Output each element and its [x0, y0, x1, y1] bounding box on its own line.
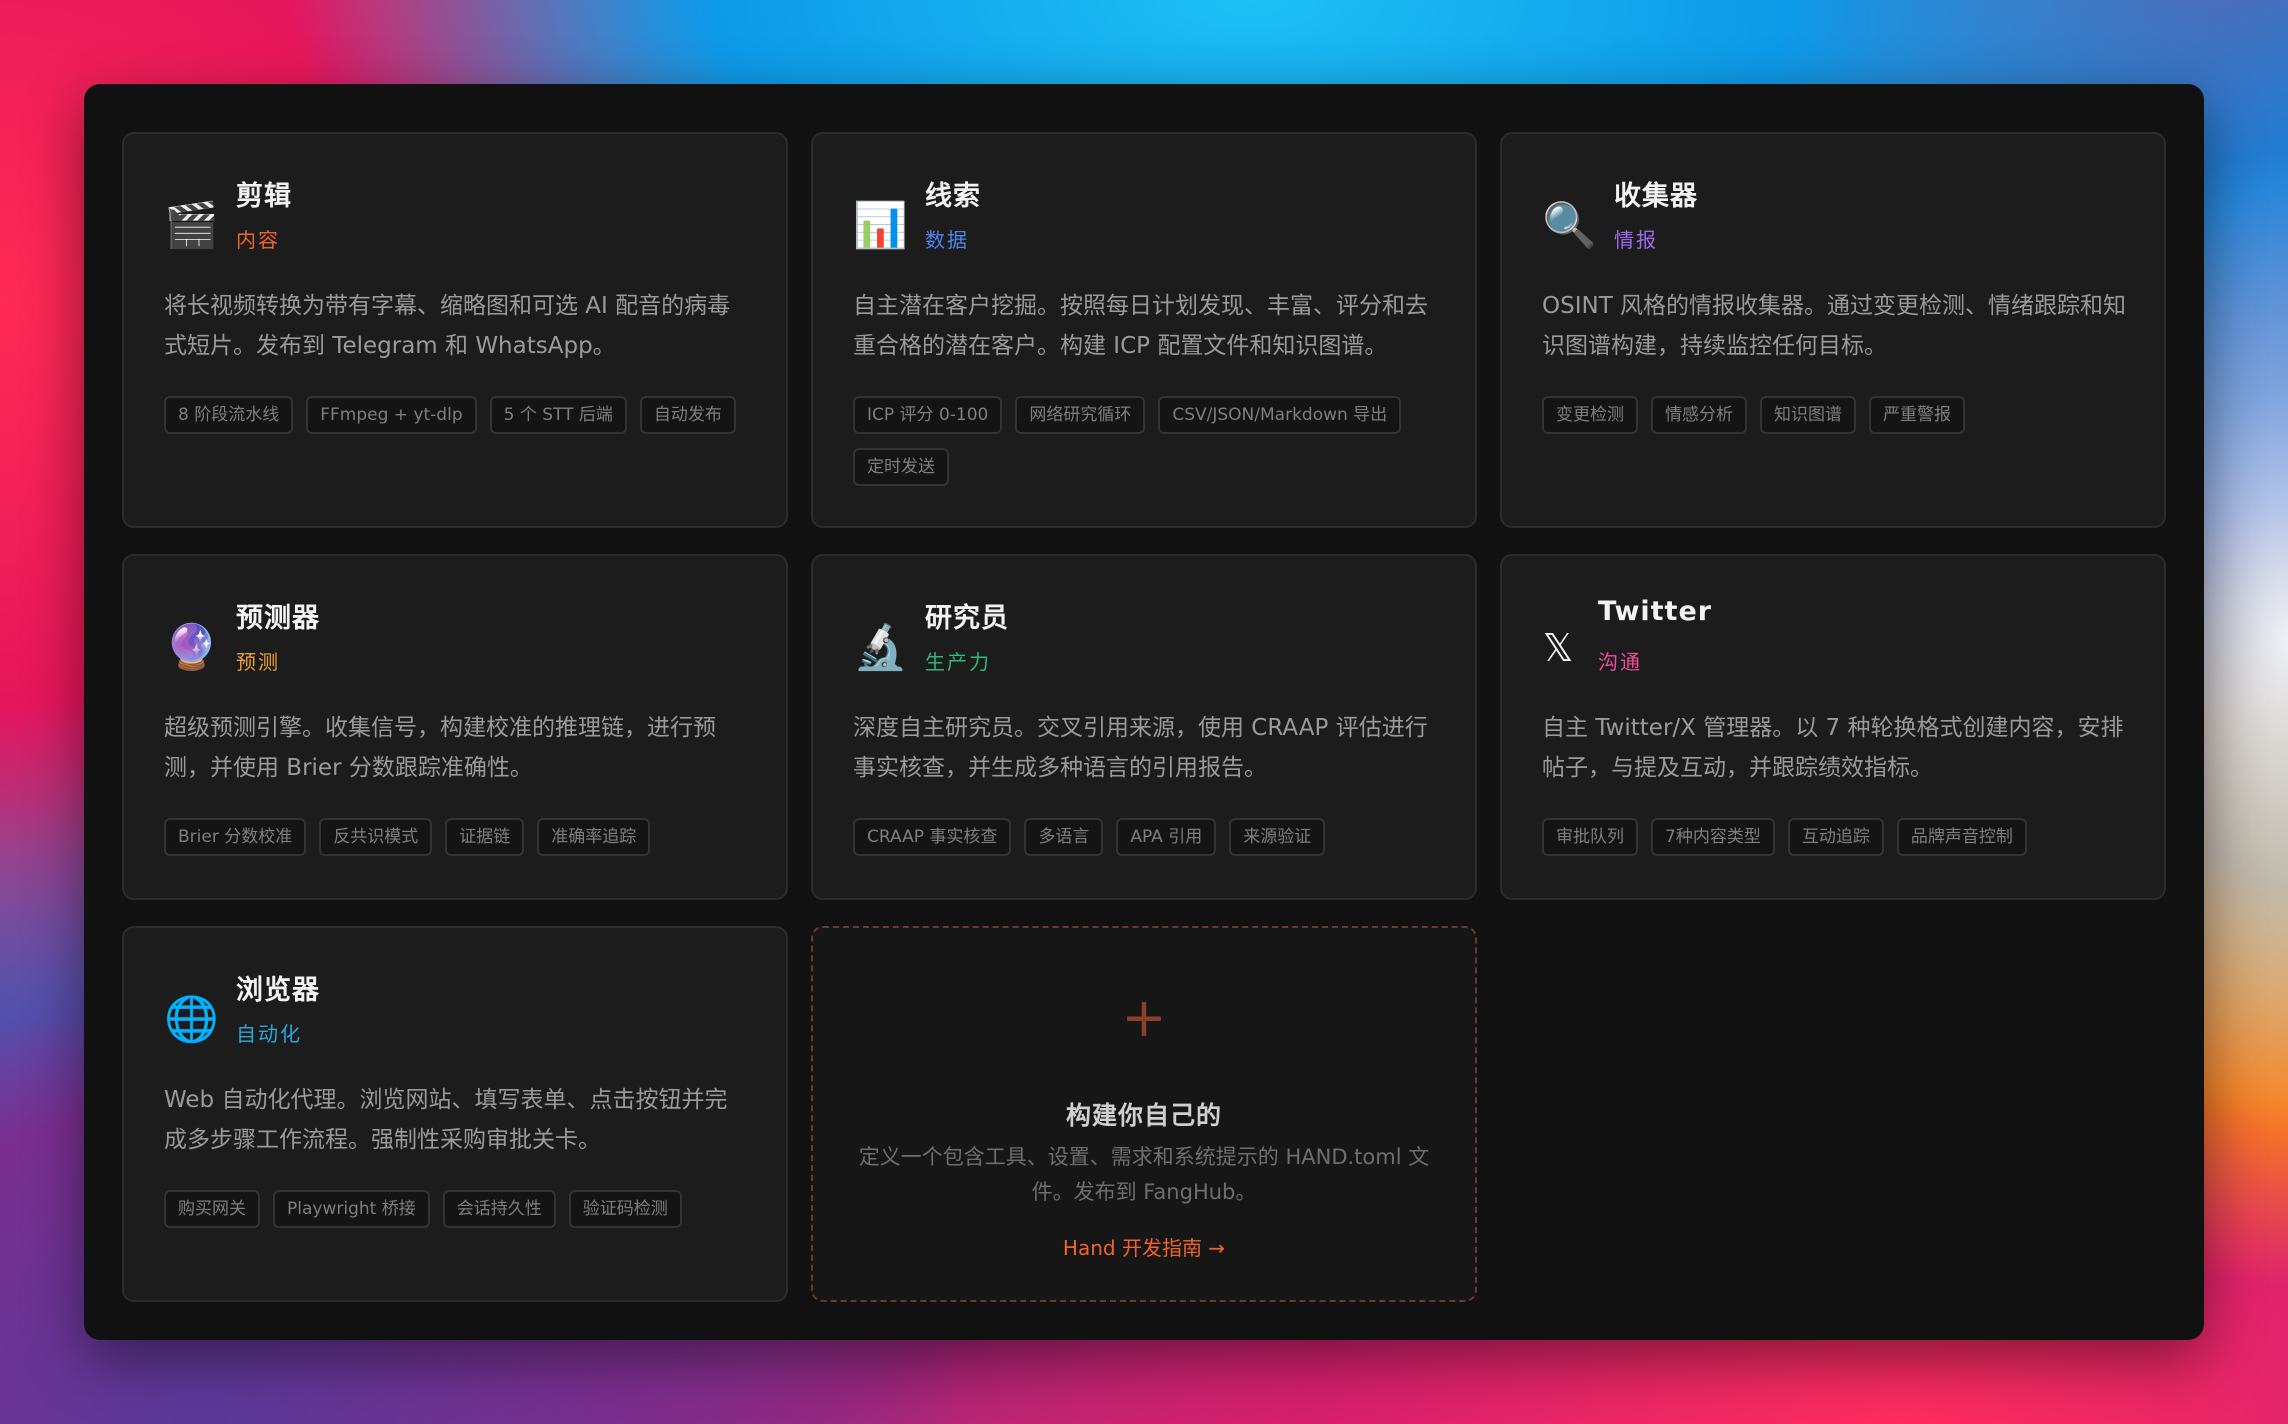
hand-card-lead[interactable]: 📊 线索 数据 自主潜在客户挖掘。按照每日计划发现、丰富、评分和去重合格的潜在客… [811, 132, 1477, 528]
card-title: 浏览器 [236, 975, 320, 1006]
card-category: 生产力 [925, 650, 991, 674]
card-tags: 购买网关 Playwright 桥接 会话持久性 验证码检测 [164, 1190, 756, 1228]
crystal-ball-icon: 🔮 [164, 622, 219, 673]
card-tags: 8 阶段流水线 FFmpeg + yt-dlp 5 个 STT 后端 自动发布 [164, 396, 756, 434]
card-header: 🔮 预测器 预测 [164, 596, 756, 686]
card-category: 数据 [925, 228, 969, 252]
card-description: 自主潜在客户挖掘。按照每日计划发现、丰富、评分和去重合格的潜在客户。构建 ICP… [853, 293, 1428, 359]
card-description: 深度自主研究员。交叉引用来源，使用 CRAAP 评估进行事实核查，并生成多种语言… [853, 715, 1428, 781]
tag: 多语言 [1024, 818, 1104, 856]
card-title: 剪辑 [236, 181, 292, 212]
card-tags: ICP 评分 0-100 网络研究循环 CSV/JSON/Markdown 导出… [853, 396, 1445, 486]
tag: 验证码检测 [568, 1190, 682, 1228]
tag: CRAAP 事实核查 [853, 818, 1012, 856]
card-tags: CRAAP 事实核查 多语言 APA 引用 来源验证 [853, 818, 1445, 856]
x-logo-icon: 𝕏 [1542, 626, 1574, 670]
card-category: 预测 [236, 650, 280, 674]
tag: 7种内容类型 [1651, 818, 1775, 856]
card-description: Web 自动化代理。浏览网站、填写表单、点击按钮并完成多步骤工作流程。强制性采购… [164, 1087, 728, 1153]
tag: Playwright 桥接 [273, 1190, 430, 1228]
tag: 8 阶段流水线 [164, 396, 294, 434]
tag: Brier 分数校准 [164, 818, 307, 856]
hand-card-predictor[interactable]: 🔮 预测器 预测 超级预测引擎。收集信号，构建校准的推理链，进行预测，并使用 B… [122, 554, 788, 900]
tag: 来源验证 [1229, 818, 1326, 856]
tag: 网络研究循环 [1015, 396, 1146, 434]
card-category: 自动化 [236, 1022, 302, 1046]
tag: 知识图谱 [1760, 396, 1856, 434]
card-category: 沟通 [1598, 650, 1642, 674]
card-header: 🌐 浏览器 自动化 [164, 968, 756, 1058]
card-tags: 变更检测 情感分析 知识图谱 严重警报 [1542, 396, 2134, 434]
tag: 情感分析 [1651, 396, 1747, 434]
tag: 准确率追踪 [537, 818, 651, 856]
card-header: 🔍 收集器 情报 [1542, 174, 2134, 264]
tag: 自动发布 [639, 396, 736, 434]
tag: 变更检测 [1542, 396, 1638, 434]
card-header: 𝕏 Twitter 沟通 [1542, 596, 2134, 686]
build-description: 定义一个包含工具、设置、需求和系统提示的 HAND.toml 文件。发布到 Fa… [858, 1145, 1430, 1204]
card-title: Twitter [1598, 596, 1713, 627]
card-title: 研究员 [925, 603, 1009, 634]
microscope-icon: 🔬 [853, 622, 908, 673]
card-description: OSINT 风格的情报收集器。通过变更检测、情绪跟踪和知识图谱构建，持续监控任何… [1542, 293, 2127, 359]
hand-card-collector[interactable]: 🔍 收集器 情报 OSINT 风格的情报收集器。通过变更检测、情绪跟踪和知识图谱… [1500, 132, 2166, 528]
card-header: 📊 线索 数据 [853, 174, 1445, 264]
card-title: 线索 [925, 181, 981, 212]
card-description: 超级预测引擎。收集信号，构建校准的推理链，进行预测，并使用 Brier 分数跟踪… [164, 715, 716, 781]
tag: FFmpeg + yt-dlp [306, 396, 477, 434]
build-title: 构建你自己的 [1065, 1101, 1222, 1130]
bar-chart-icon: 📊 [853, 200, 908, 251]
card-tags: 审批队列 7种内容类型 互动追踪 品牌声音控制 [1542, 818, 2134, 856]
hand-card-clip[interactable]: 🎬 剪辑 内容 将长视频转换为带有字幕、缩略图和可选 AI 配音的病毒式短片。发… [122, 132, 788, 528]
card-description: 自主 Twitter/X 管理器。以 7 种轮换格式创建内容，安排帖子，与提及互… [1542, 715, 2124, 781]
clapperboard-icon: 🎬 [164, 200, 219, 251]
app-window: 🎬 剪辑 内容 将长视频转换为带有字幕、缩略图和可选 AI 配音的病毒式短片。发… [84, 84, 2204, 1340]
hand-card-browser[interactable]: 🌐 浏览器 自动化 Web 自动化代理。浏览网站、填写表单、点击按钮并完成多步骤… [122, 926, 788, 1302]
hand-card-twitter[interactable]: 𝕏 Twitter 沟通 自主 Twitter/X 管理器。以 7 种轮换格式创… [1500, 554, 2166, 900]
tag: 反共识模式 [319, 818, 433, 856]
magnifier-icon: 🔍 [1542, 200, 1597, 251]
tag: 定时发送 [853, 448, 949, 486]
tag: 会话持久性 [442, 1190, 556, 1228]
tag: 严重警报 [1869, 396, 1965, 434]
card-tags: Brier 分数校准 反共识模式 证据链 准确率追踪 [164, 818, 756, 856]
card-category: 内容 [236, 228, 280, 252]
tag: CSV/JSON/Markdown 导出 [1158, 396, 1402, 434]
card-category: 情报 [1614, 228, 1658, 252]
tag: ICP 评分 0-100 [853, 396, 1003, 434]
plus-icon: + [1121, 986, 1167, 1049]
card-title: 预测器 [236, 603, 320, 634]
card-description: 将长视频转换为带有字幕、缩略图和可选 AI 配音的病毒式短片。发布到 Teleg… [164, 293, 731, 359]
card-header: 🎬 剪辑 内容 [164, 174, 756, 264]
dev-guide-link[interactable]: Hand 开发指南 → [813, 1232, 1475, 1261]
tag: 品牌声音控制 [1896, 818, 2027, 856]
card-header: 🔬 研究员 生产力 [853, 596, 1445, 686]
tag: 审批队列 [1542, 818, 1638, 856]
globe-icon: 🌐 [164, 994, 219, 1045]
card-title: 收集器 [1614, 181, 1698, 212]
tag: 互动追踪 [1787, 818, 1884, 856]
tag: 5 个 STT 后端 [489, 396, 627, 434]
build-your-own-card[interactable]: + 构建你自己的 定义一个包含工具、设置、需求和系统提示的 HAND.toml … [811, 926, 1477, 1302]
tag: 证据链 [445, 818, 525, 856]
tag: APA 引用 [1116, 818, 1217, 856]
hand-card-researcher[interactable]: 🔬 研究员 生产力 深度自主研究员。交叉引用来源，使用 CRAAP 评估进行事实… [811, 554, 1477, 900]
tag: 购买网关 [164, 1190, 260, 1228]
